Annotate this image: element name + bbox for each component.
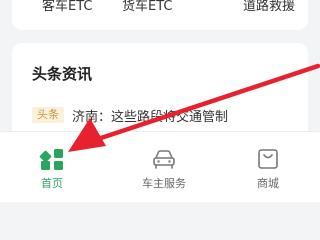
tab-mall[interactable]: 商城	[228, 146, 308, 190]
news-headline[interactable]: 济南：这些路段将交通管制	[72, 106, 228, 125]
quick-services-card: 客车ETC 货车ETC 道路救援	[12, 0, 308, 30]
news-card: 头条资讯 头条 济南：这些路段将交通管制	[12, 43, 308, 143]
car-icon	[153, 150, 175, 169]
service-passenger-etc[interactable]: 客车ETC	[42, 0, 92, 14]
tab-home-label: 首页	[41, 177, 63, 190]
bottom-tab-bar: 首页 车主服务 商城	[0, 131, 320, 202]
tab-home[interactable]: 首页	[12, 146, 92, 190]
tab-owner-services[interactable]: 车主服务	[124, 146, 204, 190]
tab-owner-services-label: 车主服务	[142, 177, 186, 190]
news-section-title: 头条资讯	[32, 65, 93, 83]
tab-mall-label: 商城	[257, 177, 279, 190]
home-grid-icon	[39, 149, 63, 170]
news-list-item[interactable]: 头条 济南：这些路段将交通管制	[32, 105, 228, 125]
service-truck-etc[interactable]: 货车ETC	[122, 0, 172, 14]
shopping-bag-icon	[258, 149, 278, 169]
news-tag-badge: 头条	[32, 107, 64, 123]
app-screen: 客车ETC 货车ETC 道路救援 头条资讯 头条 济南：这些路段将交通管制 首页	[0, 0, 320, 202]
service-road-rescue[interactable]: 道路救援	[243, 0, 295, 14]
